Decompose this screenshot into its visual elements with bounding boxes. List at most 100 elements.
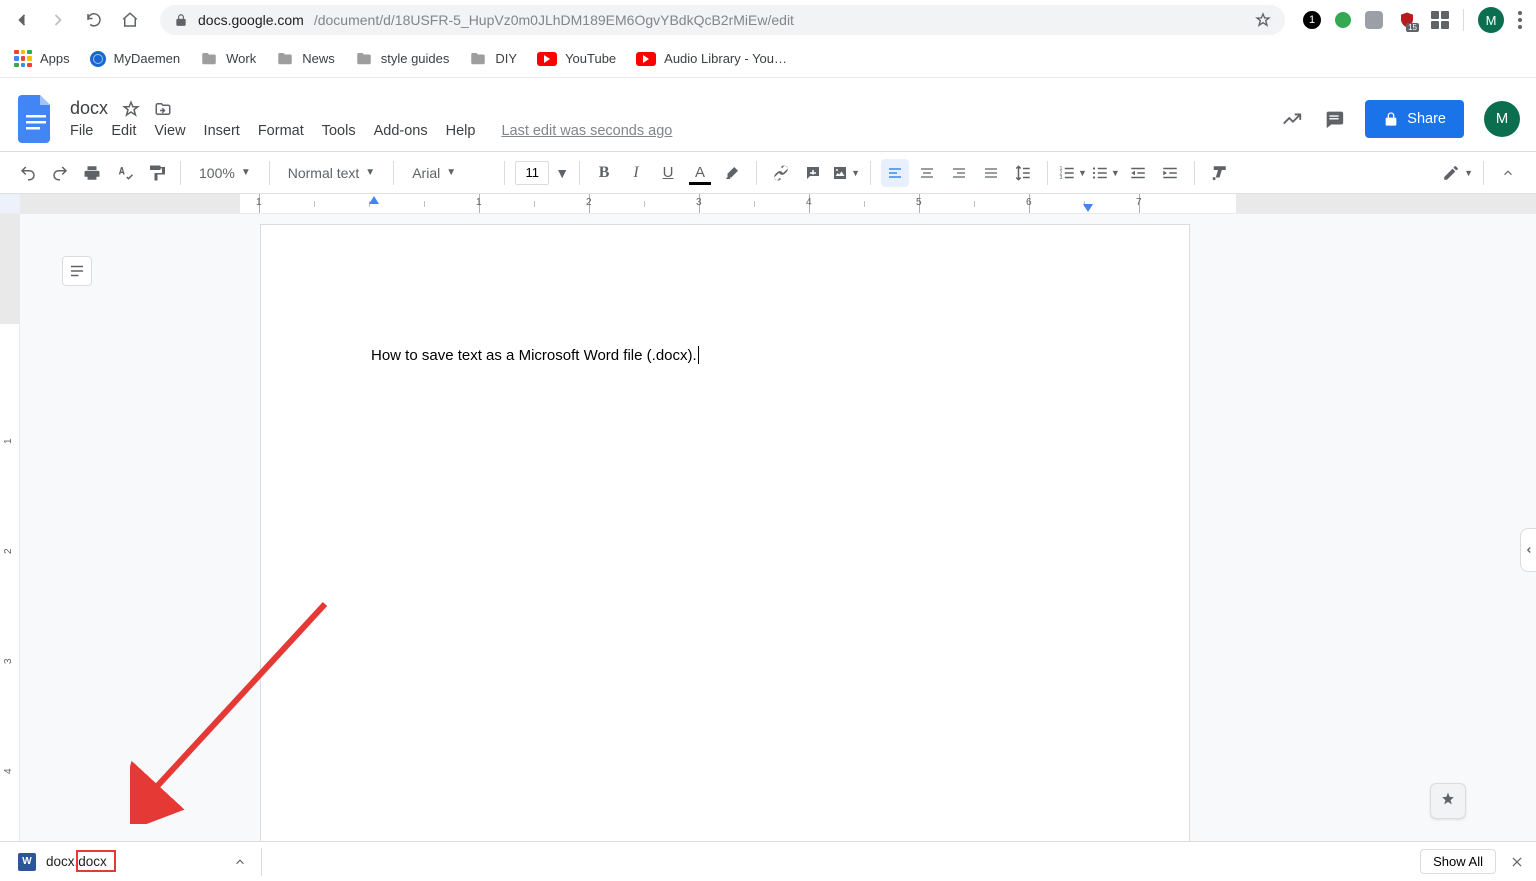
ublock-icon[interactable]: 15 (1397, 10, 1417, 30)
comments-icon[interactable] (1323, 108, 1345, 130)
apps-label: Apps (40, 51, 70, 66)
align-center-button[interactable] (913, 159, 941, 187)
horizontal-ruler[interactable]: 1 1 2 3 4 5 6 7 (0, 194, 1536, 214)
apps-shortcut[interactable]: Apps (14, 50, 70, 68)
separator (870, 161, 871, 185)
insert-image-button[interactable]: ▼ (831, 159, 860, 187)
align-right-button[interactable] (945, 159, 973, 187)
menu-insert[interactable]: Insert (204, 123, 240, 139)
star-document-icon[interactable] (122, 100, 140, 118)
side-panel-toggle[interactable] (1520, 528, 1536, 572)
home-button[interactable] (118, 8, 142, 32)
bookmark-work[interactable]: Work (200, 50, 256, 68)
increase-indent-button[interactable] (1156, 159, 1184, 187)
font-size-control[interactable]: ▼ (515, 161, 569, 185)
download-item-menu[interactable] (233, 855, 247, 869)
separator (393, 161, 394, 185)
menu-file[interactable]: File (70, 123, 93, 139)
bookmarks-bar: Apps MyDaemen Work News style guides DIY… (0, 40, 1536, 78)
paragraph-style-select[interactable]: Normal text▼ (280, 159, 383, 187)
spellcheck-button[interactable] (110, 159, 138, 187)
folder-icon (276, 50, 294, 68)
align-justify-button[interactable] (977, 159, 1005, 187)
separator (504, 161, 505, 185)
bulleted-list-button[interactable]: ▼ (1091, 159, 1120, 187)
zoom-value: 100% (199, 165, 235, 181)
zoom-select[interactable]: 100%▼ (191, 159, 259, 187)
docs-logo-icon[interactable] (16, 93, 56, 145)
menu-help[interactable]: Help (446, 123, 476, 139)
apps-icon (14, 50, 32, 68)
paint-format-button[interactable] (142, 159, 170, 187)
text-color-button[interactable]: A (686, 159, 714, 187)
url-host: docs.google.com (198, 12, 304, 28)
menu-format[interactable]: Format (258, 123, 304, 139)
highlight-button[interactable] (718, 159, 746, 187)
numbered-list-button[interactable]: 123▼ (1058, 159, 1087, 187)
extension-gray-icon[interactable] (1365, 11, 1383, 29)
explore-button[interactable] (1430, 783, 1466, 819)
font-value: Arial (412, 165, 440, 181)
document-body[interactable]: How to save text as a Microsoft Word fil… (371, 345, 699, 368)
insert-link-button[interactable] (767, 159, 795, 187)
undo-button[interactable] (14, 159, 42, 187)
menu-edit[interactable]: Edit (111, 123, 136, 139)
vruler-number: 4 (3, 768, 14, 774)
bookmark-star-icon[interactable] (1255, 12, 1271, 28)
bookmark-youtube[interactable]: YouTube (537, 51, 616, 66)
indent-marker-right[interactable] (1083, 204, 1093, 212)
reload-button[interactable] (82, 8, 106, 32)
font-size-input[interactable] (515, 161, 549, 185)
document-page[interactable]: How to save text as a Microsoft Word fil… (260, 224, 1190, 881)
address-bar[interactable]: docs.google.com/document/d/18USFR-5_HupV… (160, 5, 1285, 35)
back-button[interactable] (10, 8, 34, 32)
line-spacing-button[interactable] (1009, 159, 1037, 187)
collapse-toolbar-button[interactable] (1494, 159, 1522, 187)
youtube-icon (537, 52, 557, 66)
indent-marker-left[interactable] (369, 196, 379, 204)
last-edit-status[interactable]: Last edit was seconds ago (501, 123, 672, 139)
canvas-scroll[interactable]: How to save text as a Microsoft Word fil… (20, 214, 1536, 841)
folder-icon (355, 50, 373, 68)
align-left-button[interactable] (881, 159, 909, 187)
bookmark-style-guides[interactable]: style guides (355, 50, 450, 68)
underline-button[interactable]: U (654, 159, 682, 187)
move-document-icon[interactable] (154, 100, 172, 118)
print-button[interactable] (78, 159, 106, 187)
download-item[interactable]: W docx.docx (12, 847, 113, 877)
lock-icon (174, 13, 188, 27)
menu-tools[interactable]: Tools (322, 123, 356, 139)
extension-badge-1[interactable]: 1 (1303, 11, 1321, 29)
account-avatar[interactable]: M (1484, 101, 1520, 137)
vertical-ruler[interactable]: 1 2 3 4 (0, 214, 20, 841)
document-title[interactable]: docx (70, 98, 108, 119)
bold-button[interactable]: B (590, 159, 618, 187)
bookmark-diy[interactable]: DIY (469, 50, 517, 68)
bookmark-news[interactable]: News (276, 50, 335, 68)
extensions-puzzle-icon[interactable] (1431, 11, 1449, 29)
document-canvas-area: 1 2 3 4 How to save text as a Microsoft … (0, 214, 1536, 841)
insert-comment-button[interactable] (799, 159, 827, 187)
redo-button[interactable] (46, 159, 74, 187)
close-shelf-button[interactable] (1510, 855, 1524, 869)
chrome-menu-icon[interactable] (1518, 11, 1522, 29)
document-outline-button[interactable] (62, 256, 92, 286)
menu-view[interactable]: View (154, 123, 185, 139)
activity-icon[interactable] (1281, 108, 1303, 130)
clear-formatting-button[interactable] (1205, 159, 1233, 187)
font-family-select[interactable]: Arial▼ (404, 159, 494, 187)
title-area: docx File Edit View Insert Format Tools … (70, 98, 672, 139)
show-all-downloads-button[interactable]: Show All (1420, 849, 1496, 874)
download-filename: docx.docx (46, 854, 107, 869)
menu-addons[interactable]: Add-ons (374, 123, 428, 139)
bookmark-mydaemen[interactable]: MyDaemen (90, 51, 180, 67)
decrease-indent-button[interactable] (1124, 159, 1152, 187)
editing-mode-button[interactable]: ▼ (1442, 159, 1473, 187)
italic-button[interactable]: I (622, 159, 650, 187)
chevron-down-icon[interactable]: ▼ (555, 165, 569, 181)
extension-green-icon[interactable] (1335, 12, 1351, 28)
bookmark-audio-library[interactable]: Audio Library - You… (636, 51, 787, 66)
forward-button[interactable] (46, 8, 70, 32)
profile-avatar[interactable]: M (1478, 7, 1504, 33)
share-button[interactable]: Share (1365, 100, 1464, 138)
